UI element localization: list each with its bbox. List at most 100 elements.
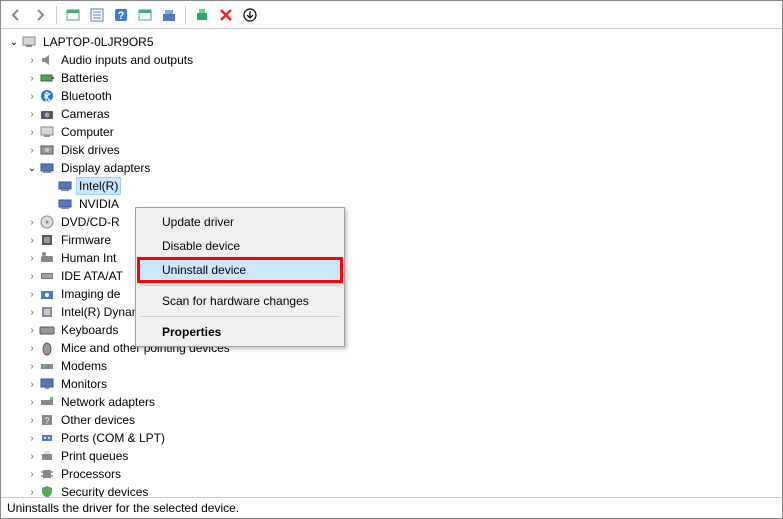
category-icon: [39, 304, 55, 320]
menu-item[interactable]: Scan for hardware changes: [138, 289, 342, 313]
category-label: Audio inputs and outputs: [59, 52, 195, 68]
category-icon: [39, 286, 55, 302]
computer-icon: [21, 34, 37, 50]
tree-category[interactable]: › Keyboards: [1, 321, 782, 339]
category-label: IDE ATA/AT: [59, 268, 125, 284]
collapse-icon[interactable]: ⌄: [7, 35, 21, 49]
expand-icon[interactable]: ›: [25, 251, 39, 265]
tree-category[interactable]: › Bluetooth: [1, 87, 782, 105]
tree-category[interactable]: › Firmware: [1, 231, 782, 249]
expand-icon[interactable]: ›: [25, 323, 39, 337]
category-label: Bluetooth: [59, 88, 114, 104]
tree-category[interactable]: ›?Other devices: [1, 411, 782, 429]
tree-category[interactable]: ›Batteries: [1, 69, 782, 87]
expand-icon[interactable]: ›: [25, 431, 39, 445]
tree-device[interactable]: Intel(R): [1, 177, 782, 195]
expand-icon[interactable]: ›: [25, 287, 39, 301]
menu-item[interactable]: Uninstall device: [138, 258, 342, 282]
properties-button[interactable]: [86, 4, 108, 26]
category-icon: [39, 70, 55, 86]
tree-category[interactable]: › Computer: [1, 123, 782, 141]
tree-category[interactable]: ›Modems: [1, 357, 782, 375]
tree-category[interactable]: ›Monitors: [1, 375, 782, 393]
expand-icon[interactable]: ›: [25, 215, 39, 229]
tree-category[interactable]: › IDE ATA/AT: [1, 267, 782, 285]
add-hardware-button[interactable]: [191, 4, 213, 26]
category-label: Processors: [59, 466, 123, 482]
toolbar: ?: [1, 1, 782, 29]
scan-button[interactable]: [158, 4, 180, 26]
expand-icon[interactable]: ›: [25, 305, 39, 319]
expand-icon[interactable]: ›: [25, 269, 39, 283]
category-icon: [39, 358, 55, 374]
category-icon: [39, 160, 55, 176]
tree-category[interactable]: › Security devices: [1, 483, 782, 498]
tree-device[interactable]: NVIDIA: [1, 195, 782, 213]
expand-icon[interactable]: ›: [25, 449, 39, 463]
category-icon: [39, 250, 55, 266]
device-icon: [57, 196, 73, 212]
tree-category[interactable]: ⌄Display adapters: [1, 159, 782, 177]
expand-icon[interactable]: ›: [25, 377, 39, 391]
forward-button[interactable]: [29, 4, 51, 26]
category-icon: [39, 466, 55, 482]
tree-category[interactable]: › Network adapters: [1, 393, 782, 411]
expand-icon[interactable]: ›: [25, 143, 39, 157]
tree-category[interactable]: › Processors: [1, 465, 782, 483]
tree-category[interactable]: ›DVD/CD-R: [1, 213, 782, 231]
tree-category[interactable]: › Human Int: [1, 249, 782, 267]
expand-icon[interactable]: ›: [25, 107, 39, 121]
device-label: NVIDIA: [77, 196, 121, 212]
toolbar-separator: [185, 6, 186, 24]
context-menu: Update driverDisable deviceUninstall dev…: [135, 207, 345, 347]
toolbar-separator: [56, 6, 57, 24]
root-label: LAPTOP-0LJR9OR5: [41, 34, 156, 50]
category-icon: [39, 106, 55, 122]
help-button[interactable]: ?: [110, 4, 132, 26]
category-icon: [39, 322, 55, 338]
menu-item[interactable]: Disable device: [138, 234, 342, 258]
menu-item[interactable]: Update driver: [138, 210, 342, 234]
status-text: Uninstalls the driver for the selected d…: [7, 501, 239, 515]
tree-category[interactable]: ›Intel(R) Dynamic Platform and Thermal F…: [1, 303, 782, 321]
category-label: Human Int: [59, 250, 118, 266]
more-dropdown-button[interactable]: [239, 4, 261, 26]
show-hidden-button[interactable]: [62, 4, 84, 26]
tree-category[interactable]: ›Cameras: [1, 105, 782, 123]
expand-icon[interactable]: ›: [25, 89, 39, 103]
expand-icon[interactable]: ›: [25, 413, 39, 427]
expand-icon[interactable]: ›: [25, 359, 39, 373]
tree-category[interactable]: › Audio inputs and outputs: [1, 51, 782, 69]
expand-icon[interactable]: ›: [25, 467, 39, 481]
tree-category[interactable]: ›Imaging de: [1, 285, 782, 303]
expand-icon[interactable]: ›: [25, 53, 39, 67]
expand-icon[interactable]: ›: [25, 125, 39, 139]
tree-category[interactable]: ›Ports (COM & LPT): [1, 429, 782, 447]
category-label: Firmware: [59, 232, 113, 248]
expand-icon[interactable]: ›: [25, 485, 39, 498]
expand-icon[interactable]: ›: [25, 395, 39, 409]
category-icon: [39, 124, 55, 140]
tree-category[interactable]: ›Mice and other pointing devices: [1, 339, 782, 357]
expand-icon[interactable]: ›: [25, 71, 39, 85]
back-button[interactable]: [5, 4, 27, 26]
remove-button[interactable]: [215, 4, 237, 26]
category-label: Security devices: [59, 484, 150, 498]
view-button[interactable]: [134, 4, 156, 26]
collapse-icon[interactable]: ⌄: [25, 161, 39, 175]
device-tree[interactable]: ⌄ LAPTOP-0LJR9OR5 › Audio inputs and outp…: [1, 29, 782, 498]
tree-category[interactable]: ›Print queues: [1, 447, 782, 465]
category-label: Computer: [59, 124, 116, 140]
svg-text:?: ?: [118, 10, 125, 22]
expand-icon[interactable]: ›: [25, 233, 39, 247]
svg-text:?: ?: [44, 416, 49, 426]
category-label: Network adapters: [59, 394, 157, 410]
tree-category[interactable]: ›Disk drives: [1, 141, 782, 159]
category-icon: [39, 394, 55, 410]
menu-item[interactable]: Properties: [138, 320, 342, 344]
category-icon: [39, 448, 55, 464]
expand-icon[interactable]: ›: [25, 341, 39, 355]
tree-root[interactable]: ⌄ LAPTOP-0LJR9OR5: [1, 33, 782, 51]
category-icon: [39, 88, 55, 104]
category-label: Keyboards: [59, 322, 120, 338]
